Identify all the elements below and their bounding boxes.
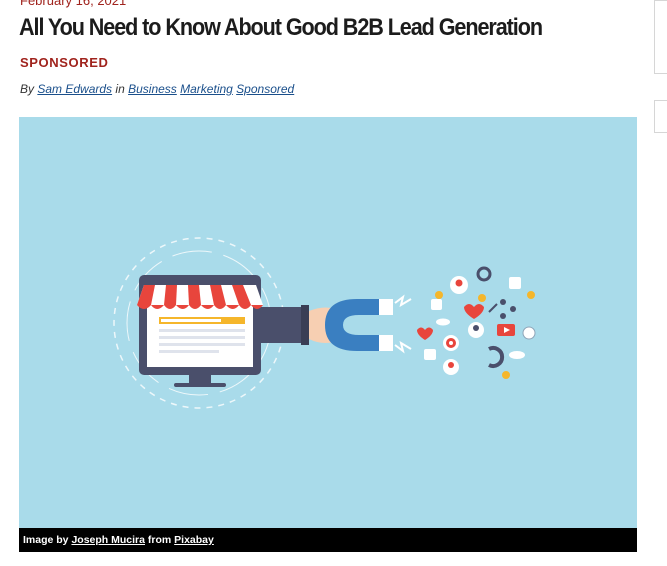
coin-icon xyxy=(502,371,510,379)
caption-prefix: Image by xyxy=(23,534,69,546)
sponsored-badge: SPONSORED xyxy=(20,55,109,70)
byline: By Sam Edwards in Business Marketing Spo… xyxy=(20,82,294,96)
post-title: All You Need to Know About Good B2B Lead… xyxy=(19,14,543,41)
heart-icon xyxy=(417,327,433,340)
byline-in: in xyxy=(115,82,125,96)
category-link-business[interactable]: Business xyxy=(128,82,177,96)
category-link-marketing[interactable]: Marketing xyxy=(180,82,233,96)
thumbs-up-icon xyxy=(431,299,442,310)
search-icon xyxy=(488,303,498,313)
post-date: February 16, 2021 xyxy=(20,0,127,8)
globe-icon xyxy=(522,326,536,340)
caption-author-link[interactable]: Joseph Mucira xyxy=(71,534,145,546)
share-icon xyxy=(500,299,516,319)
sidebar-widget-edge xyxy=(654,0,667,74)
coin-icon xyxy=(478,294,486,302)
image-caption: Image by Joseph Mucira from Pixabay xyxy=(19,528,637,552)
caption-from: from xyxy=(147,534,172,546)
coin-icon xyxy=(527,291,535,299)
heart-icon xyxy=(464,304,484,319)
gear-icon xyxy=(476,266,492,282)
cloud-icon xyxy=(509,351,525,359)
magnet-icon xyxy=(325,299,393,351)
byline-by: By xyxy=(20,82,35,96)
sidebar-widget-edge xyxy=(654,100,667,133)
lead-magnet-illustration xyxy=(113,237,536,409)
awning-icon xyxy=(137,285,263,309)
shop-screen-icon xyxy=(137,275,263,387)
thumbs-up-icon xyxy=(424,349,436,360)
caption-source-link[interactable]: Pixabay xyxy=(174,534,214,546)
thumbs-up-icon xyxy=(509,277,521,289)
featured-image xyxy=(19,117,637,528)
lead-icons-cloud xyxy=(417,266,536,379)
chart-icon xyxy=(488,346,505,368)
author-link[interactable]: Sam Edwards xyxy=(37,82,112,96)
spark-lines xyxy=(394,294,412,354)
coin-icon xyxy=(435,291,443,299)
category-link-sponsored[interactable]: Sponsored xyxy=(236,82,294,96)
cloud-icon xyxy=(436,318,450,326)
